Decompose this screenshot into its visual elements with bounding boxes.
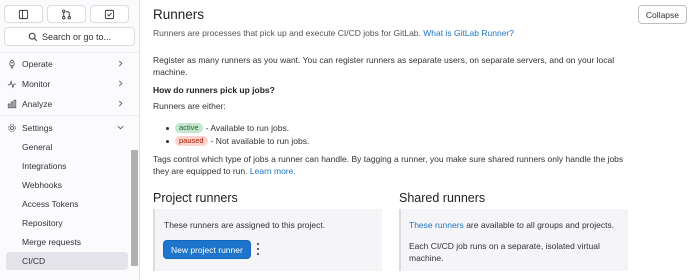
- status-item-active: active - Available to run jobs.: [166, 122, 309, 134]
- search-label: Search or go to...: [41, 31, 112, 42]
- tags-paragraph: Tags control which type of jobs a runner…: [153, 153, 623, 177]
- project-runners-heading: Project runners: [153, 191, 238, 205]
- how-heading: How do runners pick up jobs?: [153, 85, 275, 95]
- kebab-icon[interactable]: [256, 243, 260, 255]
- sidebar-item-label: Settings: [22, 123, 53, 133]
- sidebar-item-label: CI/CD: [22, 256, 46, 266]
- status-active-text: - Available to run jobs.: [205, 123, 290, 133]
- todo-button[interactable]: [90, 5, 129, 23]
- chevron-right-icon: [118, 60, 123, 67]
- status-list: active - Available to run jobs. paused -…: [166, 122, 309, 148]
- sidebar-item-label: Analyze: [22, 99, 53, 109]
- monitor-icon: [7, 79, 17, 89]
- sidebar-item-webhooks[interactable]: Webhooks: [0, 176, 130, 194]
- intro-text: Runners are processes that pick up and e…: [153, 28, 514, 38]
- bullet-dot: [166, 139, 169, 143]
- main-content: Runners Collapse Runners are processes t…: [140, 0, 700, 280]
- bullet-dot: [166, 126, 169, 130]
- rocket-icon: [7, 59, 17, 69]
- sidebar-item-ci-cd[interactable]: CI/CD: [6, 252, 128, 270]
- shared-detail-line: machine.: [409, 253, 444, 263]
- tags-line2: they are equipped to run. Learn more.: [153, 165, 623, 177]
- sidebar-scrollbar[interactable]: [131, 150, 138, 266]
- sidebar-item-label: Webhooks: [22, 180, 63, 190]
- shared-runners-detail: Each CI/CD job runs on a separate, isola…: [409, 240, 600, 264]
- sidebar-item-general[interactable]: General: [0, 138, 130, 156]
- sidebar-top-icons: [4, 5, 129, 23]
- project-runners-text: These runners are assigned to this proje…: [164, 220, 326, 230]
- intro-description: Runners are processes that pick up and e…: [153, 28, 421, 38]
- status-badge-active: active: [175, 123, 203, 133]
- sidebar-toggle-icon: [18, 9, 29, 19]
- todo-icon: [104, 9, 115, 19]
- collapse-button[interactable]: Collapse: [637, 5, 687, 24]
- tags-line-text: they are equipped to run.: [153, 166, 248, 176]
- chevron-down-icon: [117, 125, 124, 130]
- sidebar-item-integrations[interactable]: Integrations: [0, 157, 130, 175]
- shared-runners-text: These runners are available to all group…: [409, 219, 614, 231]
- chart-icon: [7, 99, 17, 109]
- sidebar-item-analyze[interactable]: Analyze: [0, 95, 132, 113]
- sidebar-divider: [0, 115, 139, 116]
- register-line: Register as many runners as you want. Yo…: [153, 55, 615, 65]
- sidebar-item-merge-requests[interactable]: Merge requests: [0, 233, 130, 251]
- new-project-runner-button[interactable]: New project runner: [163, 240, 251, 259]
- sidebar-item-repository[interactable]: Repository: [0, 214, 130, 232]
- search-icon: [28, 32, 38, 41]
- either-text: Runners are either:: [153, 101, 226, 111]
- register-paragraph: Register as many runners as you want. Yo…: [153, 54, 614, 78]
- sidebar-item-label: Monitor: [22, 79, 51, 89]
- learn-more-link[interactable]: Learn more.: [250, 166, 296, 176]
- search-button[interactable]: Search or go to...: [4, 27, 135, 46]
- merge-request-icon: [62, 9, 71, 19]
- merge-requests-button[interactable]: [47, 5, 86, 23]
- register-line: machine.: [153, 67, 188, 77]
- sidebar-divider: [0, 52, 139, 53]
- status-badge-paused: paused: [175, 136, 208, 146]
- sidebar-toggle-button[interactable]: [4, 5, 43, 23]
- sidebar-item-label: Integrations: [22, 161, 67, 171]
- sidebar-item-label: Operate: [22, 59, 53, 69]
- what-is-runner-link[interactable]: What is GitLab Runner?: [423, 28, 514, 38]
- tags-line: Tags control which type of jobs a runner…: [153, 154, 624, 164]
- sidebar-item-settings[interactable]: Settings: [0, 119, 132, 137]
- sidebar-item-operate[interactable]: Operate: [0, 55, 132, 73]
- these-runners-link[interactable]: These runners: [409, 220, 464, 230]
- shared-runners-desc: are available to all groups and projects…: [466, 220, 615, 230]
- status-item-paused: paused - Not available to run jobs.: [166, 135, 309, 147]
- sidebar: Search or go to... Operate Monitor Analy…: [0, 0, 140, 280]
- sidebar-item-monitor[interactable]: Monitor: [0, 75, 132, 93]
- page-title: Runners: [153, 7, 205, 22]
- sidebar-item-label: Repository: [22, 218, 63, 228]
- chevron-right-icon: [118, 100, 123, 107]
- chevron-right-icon: [118, 80, 123, 87]
- gear-icon: [7, 123, 17, 133]
- shared-runners-heading: Shared runners: [399, 191, 486, 205]
- sidebar-item-access-tokens[interactable]: Access Tokens: [0, 195, 130, 213]
- sidebar-item-label: Merge requests: [22, 237, 82, 247]
- sidebar-item-label: General: [22, 142, 53, 152]
- shared-detail-line: Each CI/CD job runs on a separate, isola…: [409, 241, 600, 251]
- status-paused-text: - Not available to run jobs.: [210, 136, 310, 146]
- sidebar-item-label: Access Tokens: [22, 199, 79, 209]
